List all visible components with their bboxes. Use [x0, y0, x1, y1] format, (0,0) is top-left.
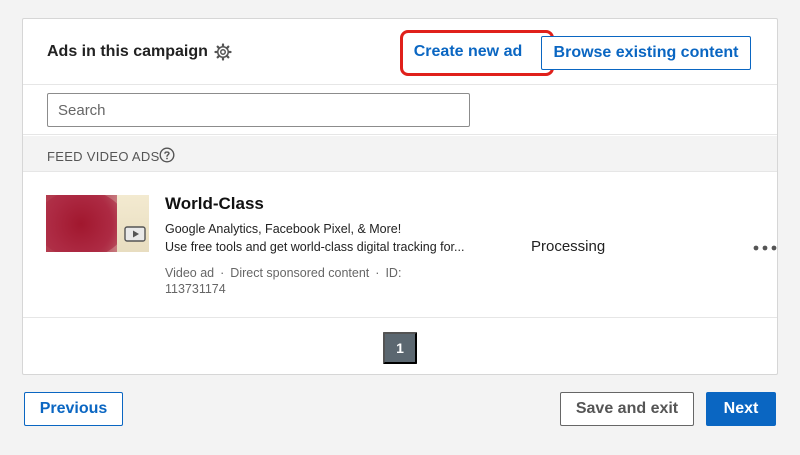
ad-id-label: ID: [385, 266, 402, 280]
card-header: Ads in this campaign Create new ad Brows… [23, 19, 777, 85]
browse-existing-content-button[interactable]: Browse existing content [541, 36, 751, 70]
save-and-exit-button[interactable]: Save and exit [560, 392, 694, 426]
next-button[interactable]: Next [706, 392, 776, 426]
search-input[interactable] [47, 93, 470, 127]
thumbnail-highlight [117, 195, 149, 252]
create-new-ad-button[interactable]: Create new ad [408, 35, 528, 69]
gear-icon[interactable] [214, 43, 232, 61]
ad-headline: Google Analytics, Facebook Pixel, & More… [165, 222, 402, 236]
question-circle-icon[interactable] [159, 147, 175, 163]
page-button-1[interactable]: 1 [383, 332, 417, 364]
ad-format: Direct sponsored content [230, 266, 370, 280]
search-row [23, 85, 777, 135]
campaign-ads-card: Ads in this campaign Create new ad Brows… [22, 18, 778, 375]
ad-description: Use free tools and get world-class digit… [165, 240, 465, 254]
ad-thumbnail[interactable] [46, 195, 149, 252]
status-text: Processing [531, 238, 606, 255]
meta-separator: · [220, 266, 225, 280]
ad-row[interactable]: World-Class Google Analytics, Facebook P… [23, 172, 777, 318]
ad-meta: Video ad · Direct sponsored content · ID: 113… [165, 265, 435, 297]
ad-id-value: 113731174 [165, 282, 226, 296]
play-icon [124, 226, 146, 242]
section-header: FEED VIDEO ADS [23, 136, 777, 172]
ad-title[interactable]: World-Class [165, 194, 264, 214]
ad-type: Video ad [165, 266, 215, 280]
meta-separator: · [375, 266, 380, 280]
page-title: Ads in this campaign [47, 43, 208, 60]
previous-button[interactable]: Previous [24, 392, 123, 426]
thumbnail-image [46, 195, 126, 252]
section-label: FEED VIDEO ADS [47, 149, 160, 164]
ellipsis-icon[interactable] [752, 244, 778, 252]
